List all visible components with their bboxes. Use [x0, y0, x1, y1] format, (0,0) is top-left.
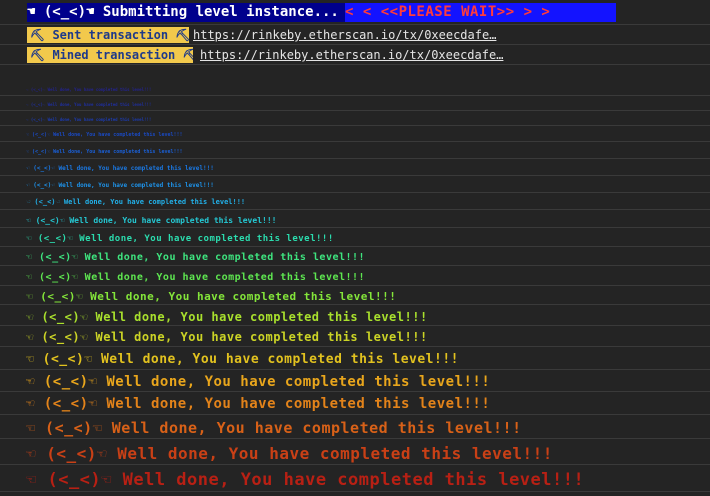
submitting-status-text: ☚ (<_<)☚ Submitting level instance... — [27, 3, 345, 22]
submitting-banner-row: ☚ (<_<)☚ Submitting level instance... < … — [0, 0, 710, 25]
level-complete-message: ☜ (<_<)☜ Well done, You have completed t… — [0, 250, 710, 266]
sent-transaction-link[interactable]: https://rinkeby.etherscan.io/tx/0xeecdaf… — [193, 28, 496, 42]
level-complete-message: ☜ (<_<)☜ Well done, You have completed t… — [0, 145, 710, 159]
message-text: ☜ (<_<)☜ Well done, You have completed t… — [26, 444, 553, 463]
level-complete-message: ☜ (<_<)☜ Well done, You have completed t… — [0, 99, 710, 111]
level-complete-message: ☜ (<_<)☜ Well done, You have completed t… — [0, 161, 710, 176]
level-complete-message: ☜ (<_<)☜ Well done, You have completed t… — [0, 394, 710, 415]
level-complete-message: ☜ (<_<)☜ Well done, You have completed t… — [0, 308, 710, 326]
mined-transaction-row: ⛏ Mined transaction ⛏ https://rinkeby.et… — [0, 45, 710, 65]
message-text: ☜ (<_<)☜ Well done, You have completed t… — [26, 396, 491, 412]
message-text: ☜ (<_<)☜ Well done, You have completed t… — [26, 272, 366, 283]
message-text: ☜ (<_<)☜ Well done, You have completed t… — [26, 149, 183, 155]
mined-transaction-link[interactable]: https://rinkeby.etherscan.io/tx/0xeecdaf… — [200, 48, 503, 62]
message-text: ☜ (<_<)☜ Well done, You have completed t… — [26, 419, 522, 437]
message-text: ☜ (<_<)☜ Well done, You have completed t… — [26, 216, 277, 225]
level-complete-message: ☜ (<_<)☜ Well done, You have completed t… — [0, 417, 710, 439]
level-complete-message: ☜ (<_<)☜ Well done, You have completed t… — [0, 328, 710, 347]
message-text: ☜ (<_<)☜ Well done, You have completed t… — [26, 310, 428, 324]
message-text: ☜ (<_<)☜ Well done, You have completed t… — [26, 182, 214, 189]
level-complete-message: ☜ (<_<)☜ Well done, You have completed t… — [0, 195, 710, 210]
sent-transaction-badge: ⛏ Sent transaction ⛏ — [27, 27, 189, 43]
message-text: ☜ (<_<)☜ Well done, You have completed t… — [26, 352, 459, 367]
level-complete-message: ☜ (<_<)☜ Well done, You have completed t… — [0, 468, 710, 492]
level-complete-message: ☜ (<_<)☜ Well done, You have completed t… — [0, 113, 710, 126]
message-text: ☜ (<_<)☜ Well done, You have completed t… — [26, 290, 397, 303]
message-text: ☜ (<_<)☜ Well done, You have completed t… — [26, 470, 585, 490]
level-complete-message: ☜ (<_<)☜ Well done, You have completed t… — [0, 213, 710, 228]
message-text: ☜ (<_<)☜ Well done, You have completed t… — [26, 198, 246, 206]
please-wait-text: < < <<PLEASE WAIT>> > > — [345, 3, 616, 22]
level-complete-message: ☜ (<_<)☜ Well done, You have completed t… — [0, 178, 710, 193]
sent-transaction-row: ⛏ Sent transaction ⛏ https://rinkeby.eth… — [0, 25, 710, 45]
message-text: ☜ (<_<)☜ Well done, You have completed t… — [26, 117, 152, 122]
message-text: ☜ (<_<)☜ Well done, You have completed t… — [26, 234, 334, 244]
mined-transaction-badge: ⛏ Mined transaction ⛏ — [27, 47, 193, 63]
level-complete-message: ☜ (<_<)☜ Well done, You have completed t… — [0, 288, 710, 305]
level-complete-message: ☜ (<_<)☜ Well done, You have completed t… — [0, 128, 710, 142]
level-complete-message: ☜ (<_<)☜ Well done, You have completed t… — [0, 269, 710, 286]
message-text: ☜ (<_<)☜ Well done, You have completed t… — [26, 165, 214, 172]
message-text: ☜ (<_<)☜ Well done, You have completed t… — [26, 132, 183, 138]
level-complete-message: ☜ (<_<)☜ Well done, You have completed t… — [0, 231, 710, 247]
message-text: ☜ (<_<)☜ Well done, You have completed t… — [26, 374, 491, 390]
level-complete-message: ☜ (<_<)☜ Well done, You have completed t… — [0, 442, 710, 465]
message-text: ☜ (<_<)☜ Well done, You have completed t… — [26, 252, 366, 263]
level-complete-message: ☜ (<_<)☜ Well done, You have completed t… — [0, 372, 710, 392]
message-text: ☜ (<_<)☜ Well done, You have completed t… — [26, 87, 152, 92]
message-text: ☜ (<_<)☜ Well done, You have completed t… — [26, 330, 428, 344]
level-complete-message: ☜ (<_<)☜ Well done, You have completed t… — [0, 350, 710, 370]
level-complete-message: ☜ (<_<)☜ Well done, You have completed t… — [0, 84, 710, 96]
message-text: ☜ (<_<)☜ Well done, You have completed t… — [26, 102, 152, 107]
